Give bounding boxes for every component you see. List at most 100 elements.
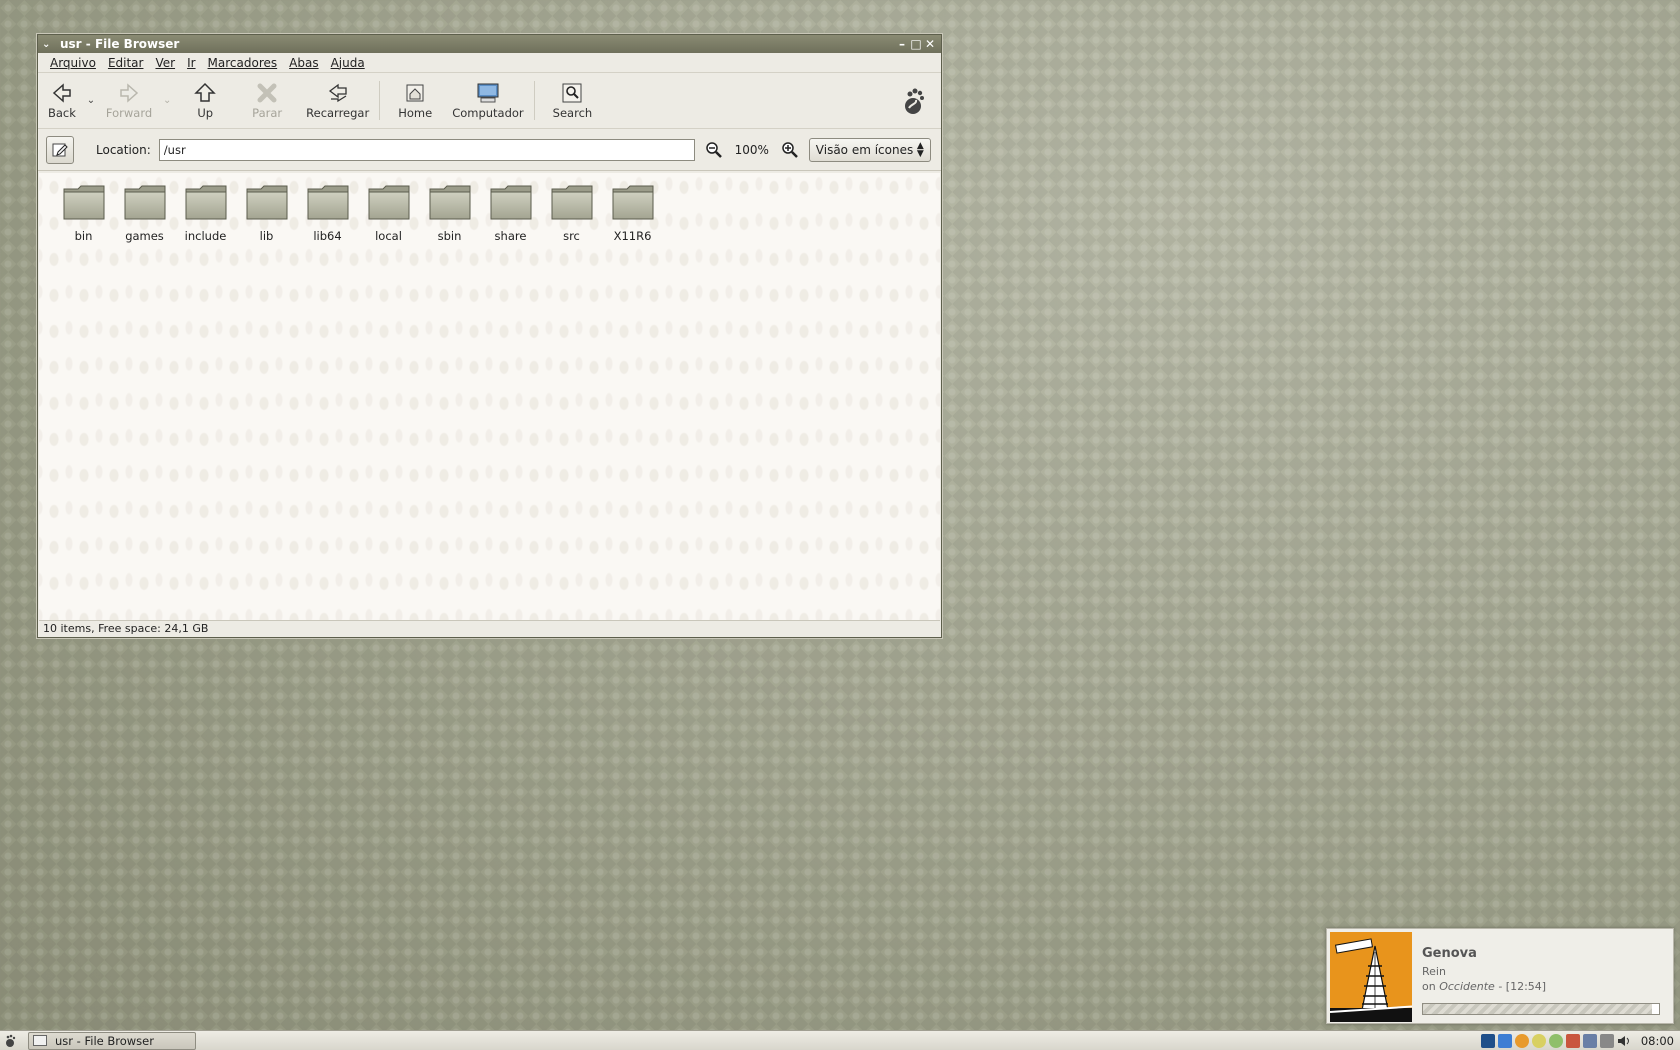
minimize-button[interactable]: – — [895, 37, 909, 51]
taskbar-item-file-browser[interactable]: usr - File Browser — [28, 1031, 196, 1050]
forward-label: Forward — [105, 106, 153, 120]
album-name: Occidente — [1439, 980, 1495, 993]
folder-icon — [612, 185, 653, 220]
menu-marcadores[interactable]: Marcadores — [202, 56, 284, 70]
menu-ir[interactable]: Ir — [181, 56, 201, 70]
network-monitor-icon[interactable] — [1480, 1033, 1495, 1048]
song-progress-fill — [1423, 1004, 1652, 1014]
folder-icon — [246, 185, 287, 220]
stop-button[interactable]: Parar — [234, 75, 300, 126]
folder-item[interactable]: sbin — [419, 183, 480, 243]
wireless-icon[interactable] — [1599, 1033, 1614, 1048]
dropbox-icon[interactable] — [1497, 1033, 1512, 1048]
up-label: Up — [197, 106, 214, 120]
zoom-level[interactable]: 100% — [733, 143, 771, 157]
song-duration: - [12:54] — [1494, 980, 1547, 993]
stop-label: Parar — [252, 106, 283, 120]
forward-button[interactable]: Forward — [100, 75, 158, 126]
window-titlebar[interactable]: ⌄ usr - File Browser – □ ✕ — [38, 35, 941, 53]
menu-abas[interactable]: Abas — [283, 56, 324, 70]
main-menu-icon[interactable] — [0, 1031, 20, 1050]
song-album-line: on Occidente - [12:54] — [1422, 980, 1660, 993]
status-bar: 10 items, Free space: 24,1 GB — [39, 620, 940, 636]
home-button[interactable]: Home — [384, 75, 446, 126]
folder-item[interactable]: games — [114, 183, 175, 243]
zoom-out-button[interactable] — [703, 139, 725, 161]
stop-icon — [257, 83, 277, 103]
menu-ajuda[interactable]: Ajuda — [325, 56, 371, 70]
select-updown-icon: ▲ ▼ — [916, 140, 924, 159]
location-bar: Location: 100% Visão em ícones ▲▼ — [38, 129, 941, 171]
volume-icon[interactable] — [1617, 1034, 1631, 1048]
maximize-button[interactable]: □ — [909, 37, 923, 51]
mail-icon[interactable] — [1565, 1033, 1580, 1048]
pencil-icon — [52, 143, 68, 156]
toolbar-separator — [379, 81, 381, 120]
back-history-dropdown[interactable]: ⌄ — [82, 75, 100, 126]
folder-label: lib64 — [313, 229, 342, 243]
folder-item[interactable]: share — [480, 183, 541, 243]
folder-label: local — [375, 229, 402, 243]
folder-icon — [185, 185, 226, 220]
folder-item[interactable]: lib64 — [297, 183, 358, 243]
clock[interactable]: 08:00 — [1637, 1034, 1680, 1048]
window-menu-icon[interactable]: ⌄ — [42, 39, 56, 50]
status-icon[interactable] — [1531, 1033, 1546, 1048]
folder-icon — [429, 185, 470, 220]
computer-label: Computador — [452, 106, 524, 120]
album-cover — [1330, 932, 1412, 1022]
folder-icon — [307, 185, 348, 220]
search-label: Search — [552, 106, 593, 120]
reload-button[interactable]: Recarregar — [300, 75, 375, 126]
menu-ver[interactable]: Ver — [149, 56, 181, 70]
window-icon — [33, 1035, 47, 1046]
folder-item[interactable]: lib — [236, 183, 297, 243]
menu-arquivo[interactable]: Arquivo — [44, 56, 102, 70]
taskbar-item-label: usr - File Browser — [55, 1033, 154, 1048]
folder-icon — [368, 185, 409, 220]
gnome-foot-icon — [899, 75, 937, 126]
clipboard-icon[interactable] — [1582, 1033, 1597, 1048]
window-title: usr - File Browser — [60, 37, 180, 51]
status-text: 10 items, Free space: 24,1 GB — [43, 622, 209, 635]
home-label: Home — [398, 106, 433, 120]
album-prefix: on — [1422, 980, 1440, 993]
zoom-in-icon — [782, 141, 798, 158]
back-label: Back — [48, 106, 76, 120]
location-input[interactable] — [158, 138, 695, 161]
view-mode-value: Visão em ícones — [815, 142, 914, 157]
view-mode-select[interactable]: Visão em ícones ▲ ▼ — [808, 137, 931, 162]
toolbar: Back ⌄ Forward ⌄ Up Parar Recarregar Hom… — [38, 73, 941, 129]
zoom-in-button[interactable] — [779, 139, 801, 161]
folder-item[interactable]: local — [358, 183, 419, 243]
reload-icon — [328, 83, 347, 103]
forward-history-dropdown[interactable]: ⌄ — [158, 75, 176, 126]
folder-icon — [124, 185, 165, 220]
close-button[interactable]: ✕ — [923, 37, 937, 51]
file-icon-view[interactable]: bin games include lib lib64 local sbin share src… — [39, 173, 940, 623]
folder-item[interactable]: src — [541, 183, 602, 243]
weather-icon[interactable] — [1514, 1033, 1529, 1048]
now-playing-notification[interactable]: Genova Rein on Occidente - [12:54] — [1326, 928, 1674, 1024]
toggle-location-edit-button[interactable] — [46, 135, 74, 164]
folder-label: X11R6 — [613, 229, 652, 243]
up-button[interactable]: Up — [176, 75, 234, 126]
toolbar-separator — [533, 81, 535, 120]
folder-label: include — [184, 229, 227, 243]
folder-item[interactable]: include — [175, 183, 236, 243]
taskbar: usr - File Browser 08:00 — [0, 1030, 1680, 1050]
song-artist: Rein — [1422, 965, 1446, 978]
folder-icon — [551, 185, 592, 220]
reload-label: Recarregar — [306, 106, 370, 120]
folder-label: games — [125, 229, 164, 243]
forward-arrow-icon — [120, 83, 139, 103]
location-label: Location: — [96, 142, 151, 157]
folder-item[interactable]: bin — [53, 183, 114, 243]
folder-item[interactable]: X11R6 — [602, 183, 663, 243]
back-button[interactable]: Back — [42, 75, 82, 126]
search-button[interactable]: Search — [539, 75, 607, 126]
folder-label: lib — [259, 229, 274, 243]
menu-editar[interactable]: Editar — [102, 56, 150, 70]
updates-icon[interactable] — [1548, 1033, 1563, 1048]
computer-button[interactable]: Computador — [446, 75, 529, 126]
